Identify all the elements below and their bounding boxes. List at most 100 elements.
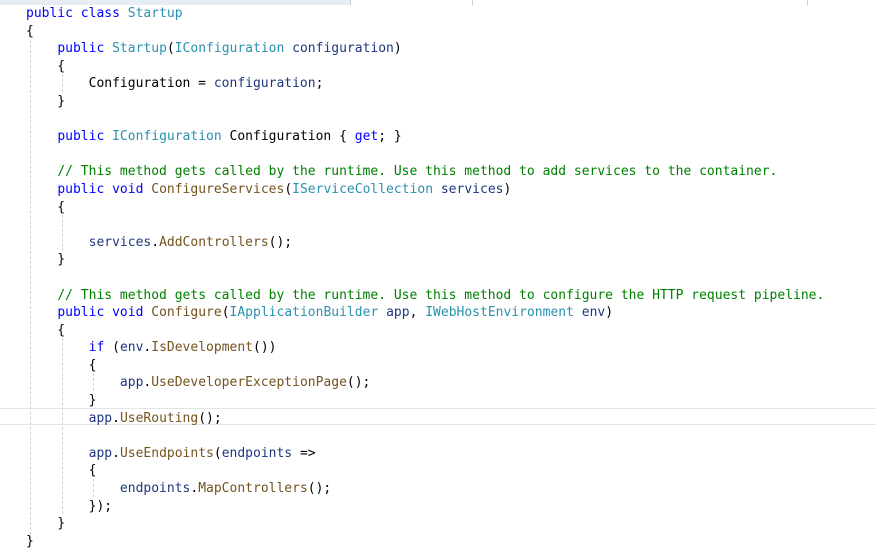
code-token: get: [354, 129, 379, 145]
code-token: IApplicationBuilder: [229, 305, 379, 321]
code-token: endpoints: [221, 445, 293, 461]
code-line[interactable]: [26, 216, 824, 234]
code-line[interactable]: if (env.IsDevelopment()): [26, 339, 824, 357]
code-token: env: [581, 305, 606, 321]
code-line[interactable]: public void Configure(IApplicationBuilde…: [26, 304, 824, 322]
code-token: void: [112, 181, 144, 197]
code-token: =>: [292, 445, 316, 461]
code-token: }: [26, 393, 97, 409]
code-token: app: [386, 305, 410, 321]
code-line[interactable]: [26, 427, 824, 445]
code-line[interactable]: public Startup(IConfiguration configurat…: [26, 40, 824, 58]
code-line[interactable]: // This method gets called by the runtim…: [26, 287, 824, 305]
code-token: (: [221, 305, 230, 321]
code-token: {: [26, 322, 66, 338]
code-line[interactable]: });: [26, 498, 824, 516]
code-token: ();: [346, 375, 371, 391]
code-token: ();: [198, 410, 222, 426]
code-token: Configuration =: [26, 76, 214, 92]
code-line[interactable]: }: [26, 392, 824, 410]
code-line[interactable]: {: [26, 462, 824, 480]
code-token: .: [112, 445, 120, 461]
code-token: configuration: [213, 76, 316, 92]
code-line[interactable]: app.UseDeveloperExceptionPage();: [26, 374, 824, 392]
code-token: }: [26, 516, 66, 532]
code-token: Startup: [127, 6, 183, 21]
code-line[interactable]: app.UseEndpoints(endpoints =>: [26, 445, 824, 463]
code-line[interactable]: [26, 111, 824, 129]
code-line[interactable]: endpoints.MapControllers();: [26, 480, 824, 498]
code-line[interactable]: {: [26, 199, 824, 217]
code-token: ): [503, 181, 512, 197]
code-token: ,: [409, 305, 426, 321]
code-token: public: [26, 6, 73, 21]
code-line[interactable]: }: [26, 251, 824, 269]
code-token: ()): [253, 340, 277, 356]
code-line[interactable]: }: [26, 93, 824, 111]
code-token: services: [88, 234, 152, 250]
code-token: });: [26, 498, 113, 514]
code-token: MapControllers: [198, 481, 308, 497]
code-line[interactable]: [26, 269, 824, 287]
code-token: class: [80, 6, 120, 21]
code-line[interactable]: {: [26, 322, 824, 340]
code-line[interactable]: // This method gets called by the runtim…: [26, 163, 824, 181]
code-token: public: [57, 181, 105, 197]
code-line[interactable]: public class Startup: [26, 5, 824, 23]
code-token: ();: [268, 234, 293, 250]
code-line[interactable]: {: [26, 58, 824, 76]
code-token: endpoints: [119, 481, 191, 497]
code-token: app: [119, 375, 144, 391]
code-line[interactable]: {: [26, 357, 824, 375]
code-token: }: [26, 93, 66, 109]
code-line[interactable]: [26, 146, 824, 164]
code-token: configuration: [292, 41, 394, 57]
code-token: }: [26, 252, 66, 268]
code-line[interactable]: public IConfiguration Configuration { ge…: [26, 128, 824, 146]
code-line[interactable]: Configuration = configuration;: [26, 75, 824, 93]
code-token: ConfigureServices: [151, 181, 285, 197]
code-token: .: [112, 410, 120, 426]
code-token: // This method gets called by the runtim…: [57, 287, 825, 303]
code-token: IsDevelopment: [151, 340, 253, 356]
code-token: {: [26, 357, 97, 373]
code-token: Startup: [112, 41, 167, 57]
code-token: Configure: [151, 305, 222, 321]
code-token: (: [284, 181, 293, 197]
code-token: (: [213, 445, 222, 461]
code-token: void: [112, 305, 144, 321]
code-token: IWebHostEnvironment: [425, 305, 574, 321]
code-line[interactable]: }: [26, 533, 824, 550]
code-line[interactable]: app.UseRouting();: [26, 410, 824, 428]
code-line[interactable]: services.AddControllers();: [26, 234, 824, 252]
code-token: public: [57, 305, 105, 321]
code-token: public: [57, 129, 105, 145]
code-line[interactable]: public void ConfigureServices(IServiceCo…: [26, 181, 824, 199]
code-token: {: [26, 199, 66, 215]
code-token: ; }: [378, 129, 402, 145]
code-token: ;: [315, 76, 324, 92]
code-line[interactable]: }: [26, 515, 824, 533]
code-line[interactable]: {: [26, 23, 824, 41]
code-token: {: [26, 463, 97, 479]
code-token: ): [393, 41, 402, 57]
code-editor[interactable]: public class Startup{ public Startup(ICo…: [26, 5, 824, 550]
code-token: {: [26, 23, 34, 39]
